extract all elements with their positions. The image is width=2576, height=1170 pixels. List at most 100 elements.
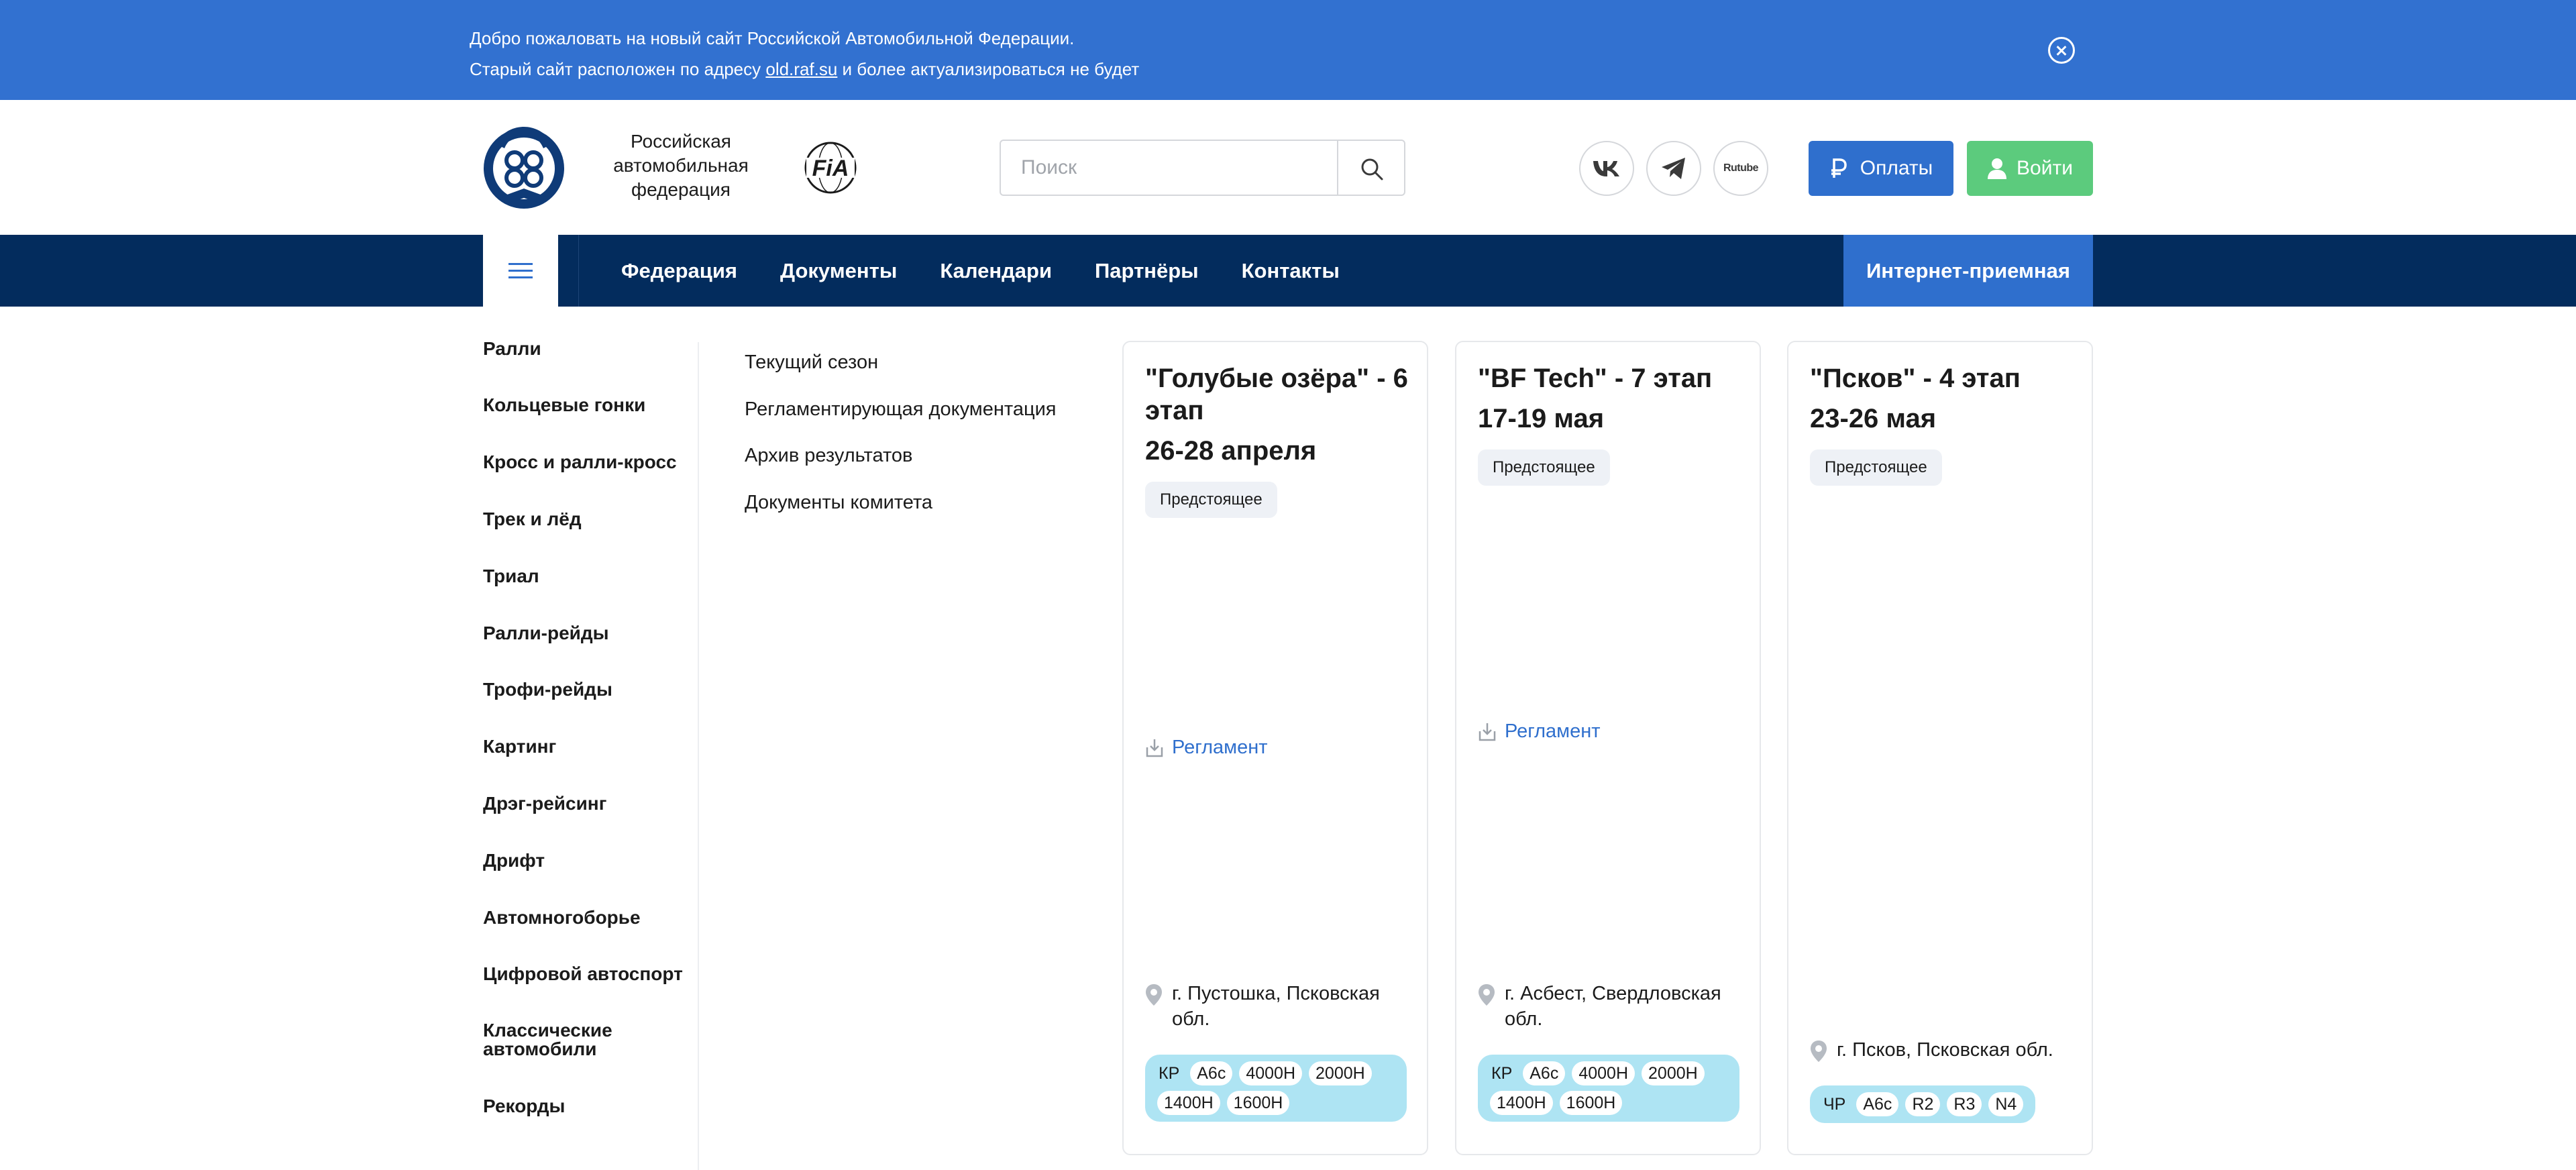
ruble-icon	[1831, 158, 1847, 178]
welcome-notice: Добро пожаловать на новый сайт Российско…	[0, 0, 2576, 100]
class-tag: А6с	[1523, 1061, 1566, 1085]
notice-line-2: Старый сайт расположен по адресу old.raf…	[470, 54, 1139, 85]
notice-line-1: Добро пожаловать на новый сайт Российско…	[470, 28, 1075, 48]
menu-icon-line	[508, 270, 533, 272]
search-button[interactable]	[1337, 141, 1404, 195]
login-label: Войти	[2017, 157, 2073, 179]
submenu-regulations[interactable]: Регламентирующая документация	[745, 398, 1056, 421]
vk-icon	[1593, 161, 1619, 176]
event-location: г. Псков, Псковская обл.	[1810, 1037, 2085, 1063]
nav-divider	[578, 235, 579, 307]
nav-item-partners[interactable]: Партнёры	[1095, 259, 1199, 283]
class-tag: А6с	[1190, 1061, 1233, 1085]
location-text: г. Асбест, Свердловская обл.	[1505, 983, 1721, 1030]
class-tag: 1600Н	[1226, 1091, 1290, 1115]
class-tags: КР А6с 4000Н 2000Н 1400Н 1600Н	[1145, 1055, 1407, 1122]
event-date: 23-26 мая	[1810, 404, 1937, 433]
brand-name[interactable]: Российская автомобильная федерация	[604, 129, 758, 202]
class-tag: 1400Н	[1490, 1091, 1553, 1115]
menu-button[interactable]	[483, 235, 558, 307]
class-tag: КР	[1159, 1064, 1180, 1083]
download-icon	[1146, 739, 1163, 757]
class-tag: 1400Н	[1157, 1091, 1220, 1115]
class-tag: R3	[1947, 1092, 1982, 1116]
category-records[interactable]: Рекорды	[483, 1097, 684, 1116]
nav-item-contacts[interactable]: Контакты	[1242, 259, 1340, 283]
submenu-current-season[interactable]: Текущий сезон	[745, 352, 878, 374]
notice-line-2-start: Старый сайт расположен по адресу	[470, 59, 766, 79]
event-card[interactable]: "BF Tech" - 7 этап 17-19 мая Предстоящее…	[1455, 341, 1761, 1155]
class-tags: ЧР А6с R2 R3 N4	[1810, 1085, 2036, 1123]
location-text: г. Пустошка, Псковская обл.	[1172, 983, 1380, 1030]
event-card[interactable]: "Псков" - 4 этап 23-26 мая Предстоящее г…	[1787, 341, 2093, 1155]
notice-line-2-end: и более актуализироваться не будет	[837, 59, 1140, 79]
event-date: 17-19 мая	[1478, 404, 1605, 433]
rutube-button[interactable]: Rutube	[1713, 141, 1768, 196]
user-icon	[1988, 158, 2007, 179]
location-pin-icon	[1146, 984, 1162, 1006]
regulation-link[interactable]: Регламент	[1145, 737, 1268, 759]
class-tag: 1600Н	[1559, 1091, 1623, 1115]
svg-text:FiA: FiA	[812, 156, 849, 181]
login-button[interactable]: Войти	[1967, 141, 2093, 196]
sidebar-divider	[698, 342, 699, 1170]
event-location: г. Асбест, Свердловская обл.	[1478, 981, 1753, 1032]
category-drag[interactable]: Дрэг-рейсинг	[483, 794, 684, 813]
category-rally-raid[interactable]: Ралли-рейды	[483, 624, 684, 643]
submenu-committee-docs[interactable]: Документы комитета	[745, 492, 932, 514]
class-tag: КР	[1491, 1064, 1513, 1083]
category-cross[interactable]: Кросс и ралли-кросс	[483, 453, 684, 472]
notice-text: Добро пожаловать на новый сайт Российско…	[470, 23, 1139, 85]
reception-button[interactable]: Интернет-приемная	[1843, 235, 2093, 307]
category-classic-cars[interactable]: Классические автомобили	[483, 1021, 624, 1059]
class-tags: КР А6с 4000Н 2000Н 1400Н 1600Н	[1478, 1055, 1739, 1122]
regulation-label: Регламент	[1505, 721, 1601, 742]
nav-items: Федерация Документы Календари Партнёры К…	[621, 235, 1383, 307]
location-pin-icon	[1479, 984, 1495, 1006]
category-karting[interactable]: Картинг	[483, 737, 684, 756]
brand-line-1: Российская	[631, 131, 731, 152]
nav-item-federation[interactable]: Федерация	[621, 259, 737, 283]
event-date: 26-28 апреля	[1145, 436, 1317, 466]
class-tag: N4	[1988, 1092, 2024, 1116]
regulation-label: Регламент	[1172, 737, 1268, 758]
status-badge: Предстоящее	[1478, 449, 1610, 486]
brand-line-2: автомобильная	[613, 155, 749, 176]
category-track-ice[interactable]: Трек и лёд	[483, 510, 684, 529]
payments-button[interactable]: Оплаты	[1809, 141, 1953, 196]
category-circuit[interactable]: Кольцевые гонки	[483, 396, 684, 415]
rutube-icon: Rutube	[1723, 162, 1759, 174]
old-site-link[interactable]: old.raf.su	[765, 59, 837, 79]
category-digital[interactable]: Цифровой автоспорт	[483, 965, 684, 983]
search-input[interactable]	[1001, 141, 1337, 195]
category-rally[interactable]: Ралли	[483, 339, 684, 358]
search-box	[1000, 140, 1405, 196]
fia-logo[interactable]: FiA	[797, 142, 864, 194]
nav-item-documents[interactable]: Документы	[780, 259, 897, 283]
class-tag: 4000Н	[1572, 1061, 1635, 1085]
class-tag: 2000Н	[1309, 1061, 1372, 1085]
event-card[interactable]: "Голубые озёра" - 6 этап 26-28 апреля Пр…	[1122, 341, 1428, 1155]
close-icon[interactable]	[2048, 37, 2075, 64]
menu-icon	[508, 263, 533, 265]
regulation-link[interactable]: Регламент	[1478, 721, 1601, 743]
event-title: "Голубые озёра" - 6 этап	[1145, 364, 1408, 425]
event-title: "BF Tech" - 7 этап	[1478, 364, 1713, 393]
category-multisport[interactable]: Автомногоборье	[483, 908, 684, 927]
category-trophy-raid[interactable]: Трофи-рейды	[483, 680, 684, 699]
raf-logo[interactable]	[482, 124, 566, 210]
category-trial[interactable]: Триал	[483, 567, 684, 586]
vk-button[interactable]	[1579, 141, 1634, 196]
nav-item-calendars[interactable]: Календари	[940, 259, 1052, 283]
category-drift[interactable]: Дрифт	[483, 851, 684, 870]
status-badge: Предстоящее	[1145, 482, 1277, 518]
status-badge: Предстоящее	[1810, 449, 1942, 486]
site-header: Российская автомобильная федерация FiA R…	[0, 100, 2576, 235]
main-nav: Федерация Документы Календари Партнёры К…	[0, 235, 2576, 307]
menu-icon-line	[508, 276, 533, 278]
location-text: г. Псков, Псковская обл.	[1837, 1039, 2053, 1061]
location-pin-icon	[1811, 1041, 1827, 1062]
telegram-button[interactable]	[1646, 141, 1701, 196]
submenu-results-archive[interactable]: Архив результатов	[745, 445, 912, 467]
event-location: г. Пустошка, Псковская обл.	[1145, 981, 1420, 1032]
